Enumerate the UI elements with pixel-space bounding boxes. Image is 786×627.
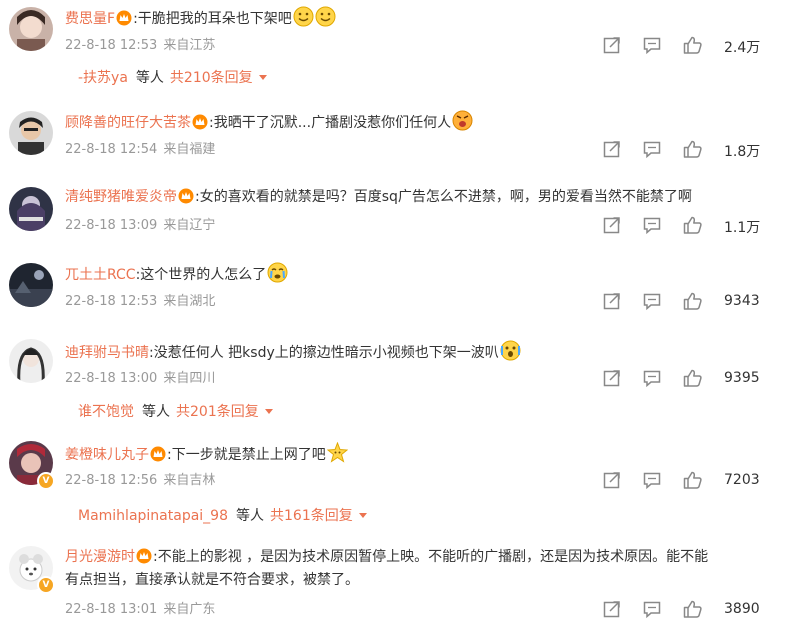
thumbs-up-icon[interactable]: [682, 35, 704, 59]
comment-icon[interactable]: [642, 599, 662, 623]
reply-summary[interactable]: Mamihlapinatapai_98 等人 共161条回复: [78, 506, 367, 526]
comment-text-continued: 有点担当，直接承认就是不符合要求，被禁了。: [65, 572, 359, 588]
avatar[interactable]: [9, 111, 53, 155]
location: 来自江苏: [163, 38, 216, 53]
smile-emoji-icon: [315, 6, 336, 34]
location: 来自湖北: [163, 294, 216, 309]
fan-crown-icon: [136, 548, 152, 571]
fan-crown-icon: [116, 10, 132, 33]
username[interactable]: 清纯野猪唯爱炎帝: [65, 189, 177, 205]
thumbs-up-icon[interactable]: [682, 291, 704, 315]
comment-text: :不能上的影视 ，是因为技术原因暂停上映。不能听的广播剧，还是因为技术原因。能不…: [153, 549, 709, 565]
share-icon[interactable]: [602, 291, 622, 315]
timestamp: 22-8-18 13:01: [65, 602, 158, 617]
username[interactable]: 姜橙味儿丸子: [65, 447, 149, 463]
location: 来自辽宁: [163, 218, 216, 233]
chevron-down-icon: [264, 409, 273, 414]
username[interactable]: 费思量F: [65, 11, 115, 27]
comment-icon[interactable]: [642, 35, 662, 59]
reply-label: 等人: [142, 404, 170, 420]
username[interactable]: 月光漫游时: [65, 549, 135, 565]
like-count: 9343: [724, 293, 760, 309]
angry-emoji-icon: [452, 110, 473, 138]
reply-summary[interactable]: -扶苏ya 等人 共210条回复: [78, 68, 267, 88]
reply-summary[interactable]: 谁不饱觉 等人 共201条回复: [78, 402, 273, 422]
like-count: 1.1万: [724, 220, 761, 236]
timestamp: 22-8-18 13:09: [65, 218, 158, 233]
reply-count[interactable]: 共201条回复: [176, 404, 259, 420]
reply-label: 等人: [236, 508, 264, 524]
location: 来自吉林: [163, 473, 216, 488]
avatar[interactable]: [9, 263, 53, 307]
reply-username[interactable]: 谁不饱觉: [78, 404, 134, 420]
chevron-down-icon: [358, 513, 367, 518]
comment-icon[interactable]: [642, 139, 662, 163]
comment-text: :女的喜欢看的就禁是吗？百度sq广告怎么不进禁，啊，男的爱看当然不能禁了啊: [195, 189, 692, 205]
timestamp: 22-8-18 12:54: [65, 142, 158, 157]
share-icon[interactable]: [602, 139, 622, 163]
comment-text: :没惹任何人 把ksdy上的擦边性暗示小视频也下架一波叭: [149, 345, 499, 361]
comment-text: :我晒干了沉默...广播剧没惹你们任何人: [209, 115, 452, 131]
comment-icon[interactable]: [642, 291, 662, 315]
chevron-down-icon: [258, 75, 267, 80]
thumbs-up-icon[interactable]: [682, 368, 704, 392]
like-count: 2.4万: [724, 40, 761, 56]
reply-count[interactable]: 共210条回复: [170, 70, 253, 86]
comment-text: :干脆把我的耳朵也下架吧: [133, 11, 292, 27]
share-icon[interactable]: [602, 35, 622, 59]
comment-icon[interactable]: [642, 368, 662, 392]
thumbs-up-icon[interactable]: [682, 599, 704, 623]
like-count: 1.8万: [724, 144, 761, 160]
verified-badge-icon: V: [37, 576, 55, 594]
comment-icon[interactable]: [642, 215, 662, 239]
avatar[interactable]: [9, 339, 53, 383]
reply-count[interactable]: 共161条回复: [270, 508, 353, 524]
timestamp: 22-8-18 13:00: [65, 371, 158, 386]
reply-label: 等人: [135, 70, 164, 86]
share-icon[interactable]: [602, 215, 622, 239]
shock-emoji-icon: [500, 340, 521, 368]
reply-username[interactable]: -扶苏ya: [78, 70, 128, 86]
username[interactable]: 顾降善的旺仔大苦茶: [65, 115, 191, 131]
cry-emoji-icon: [267, 262, 288, 290]
avatar[interactable]: [9, 187, 53, 231]
fan-crown-icon: [150, 446, 166, 469]
username[interactable]: 迪拜驸马书晴: [65, 345, 149, 361]
comment-text: :这个世界的人怎么了: [135, 267, 267, 283]
comment-text: :下一步就是禁止上网了吧: [167, 447, 326, 463]
timestamp: 22-8-18 12:53: [65, 38, 158, 53]
timestamp: 22-8-18 12:56: [65, 473, 158, 488]
star-emoji-icon: [326, 441, 349, 470]
thumbs-up-icon[interactable]: [682, 139, 704, 163]
username[interactable]: 兀土土RCC: [65, 267, 136, 283]
share-icon[interactable]: [602, 470, 622, 494]
fan-crown-icon: [192, 114, 208, 137]
share-icon[interactable]: [602, 599, 622, 623]
comment-icon[interactable]: [642, 470, 662, 494]
verified-badge-icon: V: [37, 472, 55, 490]
share-icon[interactable]: [602, 368, 622, 392]
location: 来自福建: [163, 142, 216, 157]
timestamp: 22-8-18 12:53: [65, 294, 158, 309]
like-count: 9395: [724, 370, 760, 386]
like-count: 3890: [724, 601, 760, 617]
avatar[interactable]: [9, 7, 53, 51]
location: 来自四川: [163, 371, 216, 386]
smile-emoji-icon: [293, 6, 314, 34]
like-count: 7203: [724, 472, 760, 488]
fan-crown-icon: [178, 188, 194, 211]
reply-username[interactable]: Mamihlapinatapai_98: [78, 508, 228, 524]
thumbs-up-icon[interactable]: [682, 470, 704, 494]
thumbs-up-icon[interactable]: [682, 215, 704, 239]
location: 来自广东: [163, 602, 216, 617]
